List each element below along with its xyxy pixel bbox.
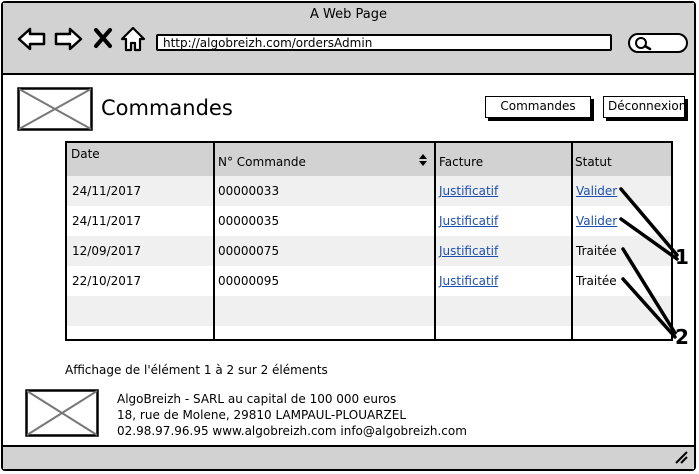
window-title: A Web Page: [310, 7, 387, 22]
table-row: 22/10/2017 00000095 Justificatif Traitée: [67, 266, 671, 296]
back-arrow-icon[interactable]: [17, 25, 47, 53]
validate-link[interactable]: Valider: [576, 214, 617, 228]
close-icon[interactable]: [93, 27, 113, 49]
browser-chrome: A Web Page http://algobreizh.com/ordersA…: [3, 3, 694, 75]
date-cell: 24/11/2017: [72, 214, 142, 228]
deconnexion-button[interactable]: Déconnexion: [603, 96, 686, 118]
footer-address: 18, rue de Molene, 29810 LAMPAUL-PLOUARZ…: [117, 408, 407, 422]
column-header-date[interactable]: Date: [71, 147, 100, 161]
table-info: Affichage de l'élément 1 à 2 sur 2 éléme…: [65, 363, 328, 377]
status-text: Traitée: [576, 244, 617, 258]
order-number-cell: 00000075: [218, 244, 280, 258]
search-field[interactable]: [628, 33, 688, 53]
forward-arrow-icon[interactable]: [53, 25, 83, 53]
page-title: Commandes: [101, 96, 233, 120]
table-row: 24/11/2017 00000033 Justificatif Valider: [67, 176, 671, 206]
date-cell: 24/11/2017: [72, 184, 142, 198]
order-number-cell: 00000095: [218, 274, 280, 288]
callout-1: 1: [675, 245, 689, 269]
invoice-link[interactable]: Justificatif: [439, 214, 498, 228]
column-header-number[interactable]: N° Commande: [218, 155, 306, 169]
table-row: 12/09/2017 00000075 Justificatif Traitée: [67, 236, 671, 266]
status-bar: [3, 445, 694, 469]
date-cell: 22/10/2017: [72, 274, 142, 288]
table-row: 24/11/2017 00000035 Justificatif Valider: [67, 206, 671, 236]
footer-logo-image: [25, 389, 99, 437]
logo-image: [17, 87, 93, 131]
date-cell: 12/09/2017: [72, 244, 142, 258]
invoice-link[interactable]: Justificatif: [439, 244, 498, 258]
commandes-button[interactable]: Commandes: [485, 96, 591, 118]
browser-window: A Web Page http://algobreizh.com/ordersA…: [1, 1, 696, 471]
column-header-invoice[interactable]: Facture: [439, 155, 483, 169]
footer-contact: 02.98.97.96.95 www.algobreizh.com info@a…: [117, 424, 467, 438]
column-header-status[interactable]: Statut: [575, 155, 612, 169]
resize-grip-icon[interactable]: [674, 450, 688, 464]
table-row-empty: [67, 296, 671, 326]
callout-2: 2: [675, 325, 689, 349]
column-divider: [571, 143, 573, 339]
table-header: Date N° Commande Facture Statut: [67, 143, 671, 177]
footer-company: AlgoBreizh - SARL au capital de 100 000 …: [117, 392, 397, 406]
url-input[interactable]: http://algobreizh.com/ordersAdmin: [156, 34, 612, 51]
search-icon: [634, 36, 652, 52]
orders-table: Date N° Commande Facture Statut 24/11/20…: [65, 141, 673, 341]
validate-link[interactable]: Valider: [576, 184, 617, 198]
invoice-link[interactable]: Justificatif: [439, 274, 498, 288]
column-divider: [213, 143, 215, 339]
invoice-link[interactable]: Justificatif: [439, 184, 498, 198]
home-icon[interactable]: [120, 25, 146, 53]
order-number-cell: 00000033: [218, 184, 280, 198]
order-number-cell: 00000035: [218, 214, 280, 228]
status-text: Traitée: [576, 274, 617, 288]
sort-icon[interactable]: [418, 153, 428, 167]
column-divider: [434, 143, 436, 339]
